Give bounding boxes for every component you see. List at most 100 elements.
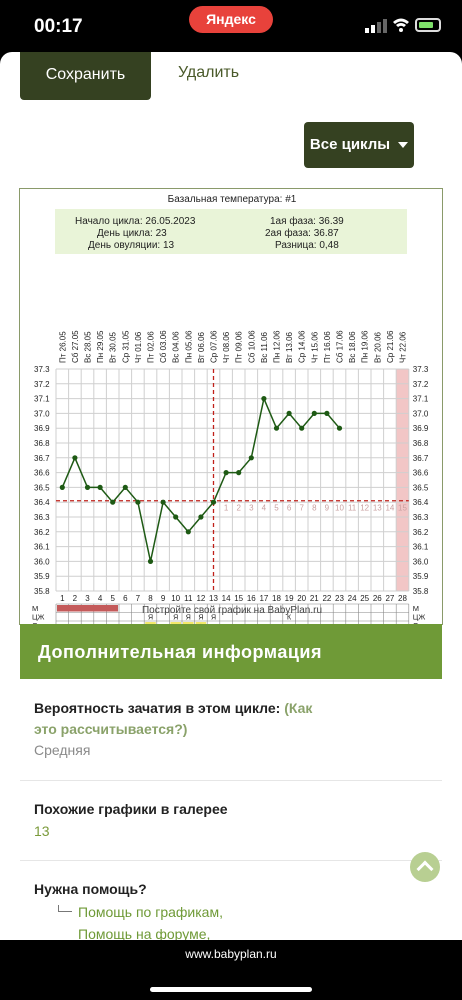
post-ovulation-day: 10 xyxy=(335,504,344,513)
temperature-point xyxy=(59,484,65,490)
bbt-chart: Базальная температура: #1 Начало цикла: … xyxy=(19,188,444,626)
temperature-line xyxy=(61,396,341,562)
temperature-point xyxy=(286,410,292,416)
status-bar: 00:17 Яндекс xyxy=(0,0,462,52)
help-forum-link[interactable]: Помощь на форуме, xyxy=(78,926,210,940)
clock: 00:17 xyxy=(34,16,83,37)
home-indicator[interactable] xyxy=(150,987,312,992)
similar-label: Похожие графики в галерее xyxy=(34,801,228,817)
date-label: Пн 05.06 xyxy=(184,330,193,363)
y-tick-label-left: 37.1 xyxy=(34,395,50,404)
post-ovulation-day: 13 xyxy=(373,504,382,513)
x-tick-label: 23 xyxy=(335,594,344,603)
date-label: Чт 08.06 xyxy=(222,331,231,363)
temperature-point xyxy=(135,499,141,505)
scroll-up-icon[interactable] xyxy=(410,852,440,882)
x-tick-label: 15 xyxy=(234,594,243,603)
y-tick-label-right: 36.2 xyxy=(413,528,429,537)
temperature-point xyxy=(299,425,305,431)
yandex-badge[interactable]: Яндекс xyxy=(189,6,273,33)
y-tick-label-right: 37.2 xyxy=(413,380,429,389)
divider xyxy=(20,860,442,861)
y-tick-label-right: 37.1 xyxy=(413,395,429,404)
date-label: Ср 31.05 xyxy=(121,330,130,363)
date-label: Вс 18.06 xyxy=(348,331,357,363)
page-content: Сохранить Удалить Все циклы Базальная те… xyxy=(0,52,462,940)
y-tick-label-left: 36.3 xyxy=(34,513,50,522)
y-tick-label-right: 37.3 xyxy=(413,365,429,374)
y-tick-label-right: 36.1 xyxy=(413,543,429,552)
temperature-point xyxy=(72,455,78,461)
y-tick-label-right: 36.4 xyxy=(413,498,429,507)
date-label: Пн 19.06 xyxy=(361,330,370,363)
help-label: Нужна помощь? xyxy=(34,881,147,897)
date-label: Вс 11.06 xyxy=(260,331,269,363)
probability-label: Вероятность зачатия в этом цикле: xyxy=(34,700,281,716)
temperature-point xyxy=(97,484,103,490)
x-tick-label: 2 xyxy=(73,594,78,603)
caret-down-icon xyxy=(398,142,409,149)
post-ovulation-day: 12 xyxy=(360,504,369,513)
post-ovulation-day: 7 xyxy=(299,504,304,513)
temperature-point xyxy=(223,470,229,476)
x-tick-label: 25 xyxy=(360,594,369,603)
y-tick-label-right: 36.9 xyxy=(413,424,429,433)
all-cycles-dropdown[interactable]: Все циклы xyxy=(304,122,414,168)
save-button[interactable]: Сохранить xyxy=(20,52,151,100)
x-tick-label: 8 xyxy=(148,594,153,603)
date-label: Чт 01.06 xyxy=(134,331,143,363)
wifi-icon xyxy=(393,18,409,32)
y-tick-label-right: 36.7 xyxy=(413,454,429,463)
x-tick-label: 20 xyxy=(297,594,306,603)
date-label: Чт 22.06 xyxy=(399,331,408,363)
url-text[interactable]: www.babyplan.ru xyxy=(0,947,462,961)
post-ovulation-day: 14 xyxy=(385,504,394,513)
y-tick-label-left: 35.8 xyxy=(34,587,50,596)
date-label: Ср 14.06 xyxy=(298,330,307,363)
x-tick-label: 12 xyxy=(196,594,205,603)
temperature-point xyxy=(336,425,343,431)
date-label: Вс 04.06 xyxy=(172,331,181,363)
date-label: Ср 07.06 xyxy=(210,330,219,363)
date-label: Пт 26.05 xyxy=(58,331,67,363)
date-label: Пт 09.06 xyxy=(235,331,244,363)
all-cycles-label: Все циклы xyxy=(309,136,391,153)
x-tick-label: 13 xyxy=(209,594,218,603)
y-tick-label-right: 36.8 xyxy=(413,439,429,448)
post-ovulation-day: 2 xyxy=(236,504,241,513)
x-tick-label: 28 xyxy=(398,594,407,603)
x-tick-label: 4 xyxy=(98,594,103,603)
y-tick-label-right: 36.3 xyxy=(413,513,429,522)
y-tick-label-left: 36.8 xyxy=(34,439,50,448)
y-tick-label-right: 35.8 xyxy=(413,587,429,596)
y-tick-label-right: 37.0 xyxy=(413,409,429,418)
temperature-point xyxy=(122,484,128,490)
post-ovulation-day: 11 xyxy=(348,504,357,513)
date-label: Сб 27.05 xyxy=(71,330,80,363)
date-label: Пт 02.06 xyxy=(147,331,156,363)
date-label: Вт 20.06 xyxy=(373,331,382,363)
post-ovulation-day: 9 xyxy=(325,504,330,513)
chart-footer[interactable]: Постройте свой график на BabyPlan.ru xyxy=(20,605,444,616)
temperature-point xyxy=(147,558,154,564)
y-tick-label-right: 36.6 xyxy=(413,469,429,478)
delete-link[interactable]: Удалить xyxy=(178,64,239,82)
x-tick-label: 22 xyxy=(322,594,331,603)
y-tick-label-left: 37.3 xyxy=(34,365,50,374)
help-charts-link[interactable]: Помощь по графикам, xyxy=(78,904,223,920)
similar-count-link[interactable]: 13 xyxy=(34,823,50,839)
post-ovulation-day: 5 xyxy=(274,504,279,513)
temperature-point xyxy=(324,410,330,416)
date-label: Пт 16.06 xyxy=(323,331,332,363)
y-tick-label-right: 35.9 xyxy=(413,572,429,581)
x-tick-label: 24 xyxy=(348,594,357,603)
y-tick-label-left: 36.5 xyxy=(34,483,50,492)
temperature-point xyxy=(236,470,242,476)
post-ovulation-day: 15 xyxy=(398,504,407,513)
divider xyxy=(20,780,442,781)
x-tick-label: 10 xyxy=(171,594,180,603)
x-tick-label: 9 xyxy=(161,594,166,603)
extra-info-header: Дополнительная информация xyxy=(20,624,442,679)
battery-icon xyxy=(415,18,441,32)
date-label: Вт 30.05 xyxy=(109,331,118,363)
